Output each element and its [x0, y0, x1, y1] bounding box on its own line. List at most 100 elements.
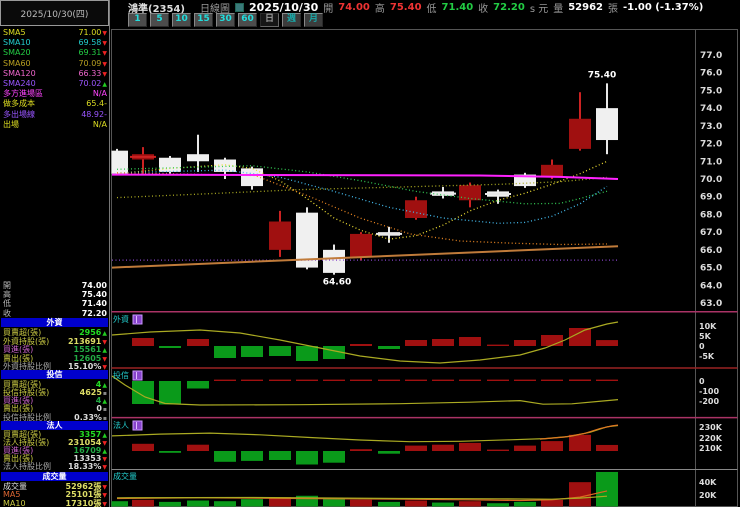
- foreign-bar: [432, 339, 454, 346]
- foreign-bar: [187, 339, 209, 346]
- volume-unit: 張: [608, 3, 618, 15]
- trust-bar: [350, 379, 372, 381]
- panel-foreign: [111, 321, 619, 364]
- panel-tag-icon-box: [132, 314, 143, 325]
- price-annotation: 64.60: [323, 278, 351, 288]
- panel-tag-icon: [132, 370, 143, 381]
- ohlc-value: 72.20: [81, 308, 107, 318]
- foreign-bar: [350, 344, 372, 346]
- date-box-text: 2025/10/30(四): [20, 9, 89, 20]
- price-axis-tick: 77.0: [700, 51, 722, 61]
- price-axis-tick: 74.0: [700, 104, 722, 114]
- sidebar-row: MA10 17310張▼: [3, 499, 107, 507]
- trend-arrow-icon: ▲: [102, 81, 107, 88]
- indicator-value: 70.02▲: [78, 79, 107, 88]
- timeframe-button-月[interactable]: 月: [304, 13, 323, 27]
- panel-institutional: [111, 424, 619, 465]
- timeframe-button-日[interactable]: 日: [260, 13, 279, 27]
- volume-bar: [487, 503, 509, 507]
- panel-trust: [111, 375, 619, 406]
- volume-bar: [378, 501, 400, 507]
- legend-square-icon: [234, 2, 244, 12]
- candle-body: [350, 233, 372, 257]
- price-axis-tick: 66.0: [700, 246, 722, 256]
- volume-bar: [569, 482, 591, 507]
- indicator-label: SMA120: [3, 68, 36, 78]
- price-axis-tick: 72.0: [700, 140, 722, 150]
- chart-border: [111, 29, 738, 507]
- trend-arrow-icon: ▼: [102, 464, 107, 471]
- sidebar-section-header: 外資: [1, 318, 108, 327]
- institutional-bar: [350, 449, 372, 451]
- volume-bar: [187, 500, 209, 507]
- volume-bar: [350, 499, 372, 507]
- timeframe-button-1[interactable]: 1: [128, 13, 147, 27]
- foreign-bar: [405, 340, 427, 346]
- candle-body: [241, 168, 263, 187]
- foreign-bar: [459, 337, 481, 346]
- volume-bar: [405, 500, 427, 507]
- institutional-axis-tick: 220K: [699, 434, 723, 443]
- foreign-bar: [269, 346, 291, 356]
- ma-line-SMA5: [116, 160, 608, 240]
- candle-body: [405, 200, 427, 218]
- indicator-label: 多出場線: [3, 109, 35, 119]
- section-row-label: MA10: [3, 499, 26, 507]
- sidebar-row: SMA10 69.58▼: [3, 38, 107, 48]
- volume-axis-tick: 20K: [699, 491, 717, 500]
- sidebar-row: 出場 N/A: [3, 120, 107, 129]
- sidebar-row: SMA60 70.09▼: [3, 59, 107, 69]
- price-axis-tick: 64.0: [700, 281, 722, 291]
- trust-bar: [432, 379, 454, 381]
- trust-bar: [459, 379, 481, 381]
- timeframe-button-15[interactable]: 15: [194, 13, 213, 27]
- trust-bar: [596, 379, 618, 381]
- price-axis-tick: 70.0: [700, 175, 722, 185]
- foreign-bar: [487, 344, 509, 346]
- institutional-bar: [132, 443, 154, 451]
- chart-content: [111, 83, 619, 507]
- trend-arrow-icon: ▼: [102, 30, 107, 37]
- price-axis-tick: 71.0: [700, 157, 722, 167]
- trust-bar: [378, 379, 400, 381]
- volume-value: 52962: [568, 1, 603, 13]
- timeframe-button-60[interactable]: 60: [238, 13, 257, 27]
- foreign-bar: [132, 338, 154, 346]
- sidebar-row: 低 71.40: [3, 299, 107, 308]
- panel-volume: [111, 471, 618, 507]
- trust-bar: [241, 379, 263, 381]
- candle-body: [541, 164, 563, 178]
- volume-axis-tick: 40K: [699, 478, 717, 487]
- open-value: 74.00: [338, 1, 370, 13]
- timeframe-button-週[interactable]: 週: [282, 13, 301, 27]
- volume-bar: [241, 499, 263, 507]
- volume-bar: [432, 502, 454, 507]
- foreign-bar: [296, 346, 318, 361]
- trust-bar: [269, 379, 291, 381]
- indicator-value: 48.92-: [81, 109, 107, 119]
- timeframe-button-10[interactable]: 10: [172, 13, 191, 27]
- sidebar-row: SMA240 70.02▲: [3, 79, 107, 89]
- sidebar: 2025/10/30(四) SMA5 71.00▼ SMA10 69.58▼ SMA20…: [0, 0, 110, 507]
- ohlc-value: 74.00: [81, 280, 107, 290]
- unit-label: s 元: [529, 3, 549, 15]
- trust-bar: [323, 379, 345, 381]
- indicator-value: N/A: [92, 89, 107, 99]
- sidebar-section-header: 法人: [1, 420, 108, 430]
- indicator-value: 71.00▼: [78, 28, 107, 37]
- sidebar-row: 高 75.40: [3, 290, 107, 299]
- sidebar-section-header: 成交量: [1, 472, 108, 481]
- chart-canvas[interactable]: 77.0 76.0 75.0 74.0 73.0 72.0 71.0 70.0 69.0 68.0…: [0, 0, 740, 507]
- institutional-axis-tick: 230K: [699, 423, 723, 432]
- open-label: 開: [323, 3, 334, 15]
- trend-arrow-icon: ▼: [102, 501, 107, 507]
- indicator-label: SMA20: [3, 48, 31, 58]
- institutional-bar: [269, 451, 291, 460]
- institutional-bar: [378, 451, 400, 454]
- timeframe-button-5[interactable]: 5: [150, 13, 169, 27]
- ohlc-label: 開: [3, 280, 11, 290]
- ohlc-value: 71.40: [81, 299, 107, 309]
- indicator-label: SMA60: [3, 58, 31, 68]
- indicator-value: 70.09▼: [78, 58, 107, 68]
- timeframe-button-30[interactable]: 30: [216, 13, 235, 27]
